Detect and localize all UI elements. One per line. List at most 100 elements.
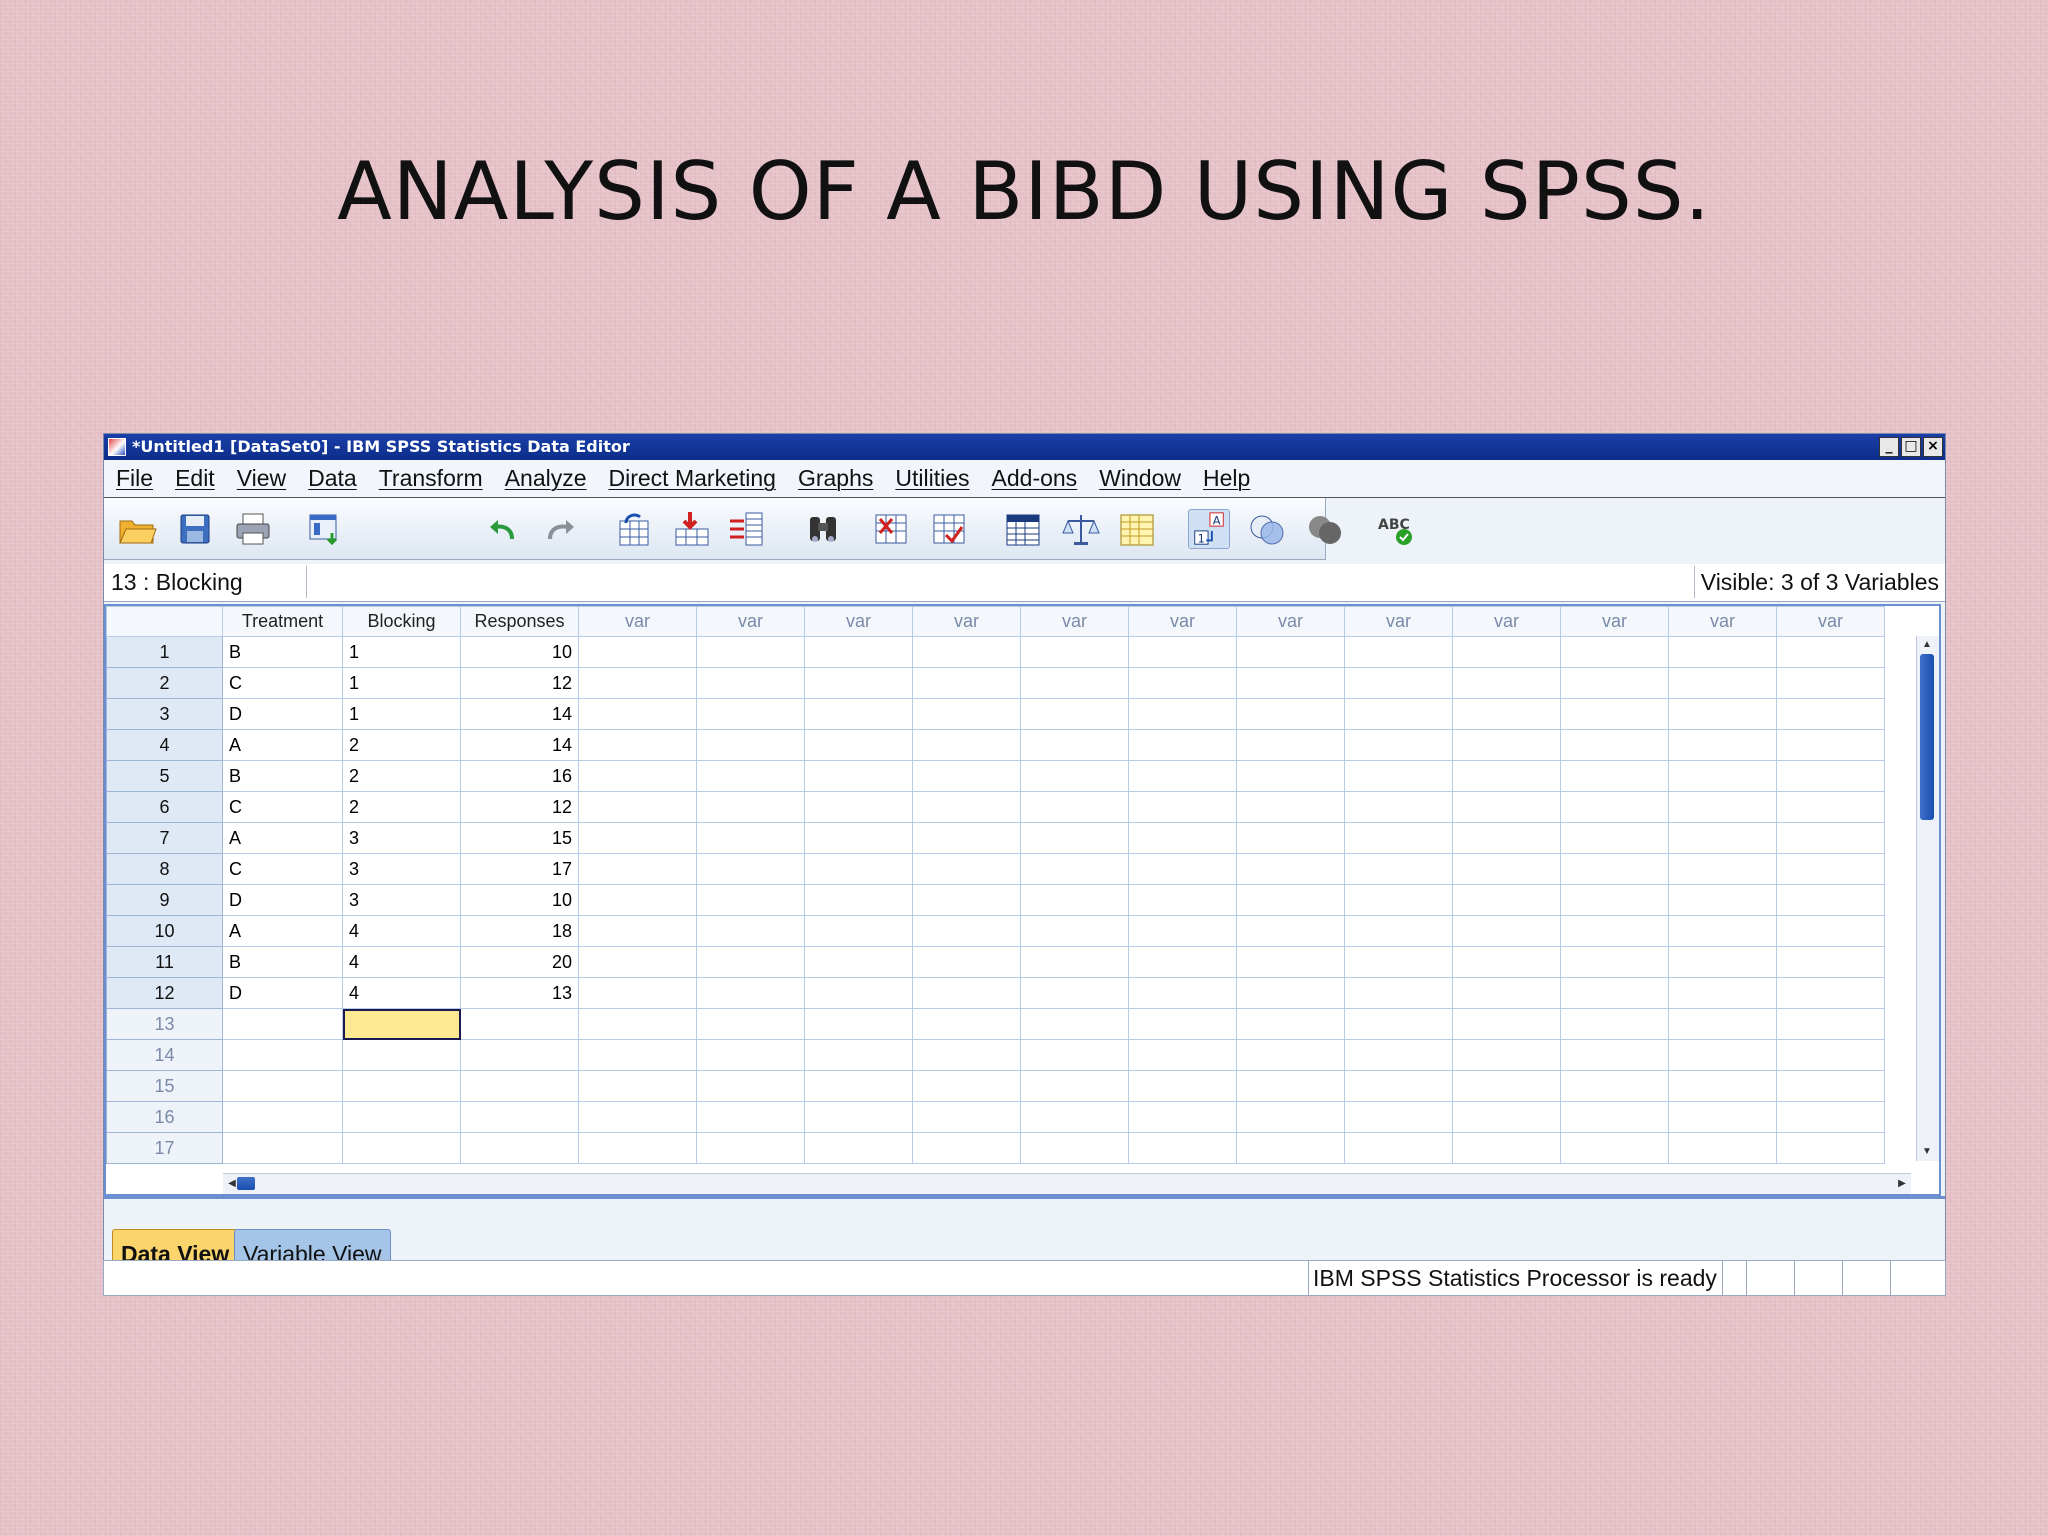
scroll-right-icon[interactable]: ▶ xyxy=(1895,1177,1909,1191)
cell-var[interactable] xyxy=(1560,636,1669,668)
cell-var[interactable] xyxy=(1128,760,1237,792)
menu-transform[interactable]: Transform xyxy=(379,465,483,492)
cell-treatment[interactable]: C xyxy=(222,853,343,885)
cell-var[interactable] xyxy=(1344,698,1453,730)
column-header-var[interactable]: var xyxy=(1128,606,1237,637)
column-header-blocking[interactable]: Blocking xyxy=(342,606,461,637)
cell-var[interactable] xyxy=(1776,822,1885,854)
cell-var[interactable] xyxy=(1668,1070,1777,1102)
cell-var[interactable] xyxy=(1236,791,1345,823)
cell-var[interactable] xyxy=(696,698,805,730)
cell-var[interactable] xyxy=(1236,1070,1345,1102)
column-header-var[interactable]: var xyxy=(912,606,1021,637)
cell-var[interactable] xyxy=(1452,915,1561,947)
menu-file[interactable]: File xyxy=(116,465,153,492)
column-header-var[interactable]: var xyxy=(696,606,805,637)
cell-var[interactable] xyxy=(1560,1039,1669,1071)
cell-var[interactable] xyxy=(1668,915,1777,947)
cell-var[interactable] xyxy=(1452,853,1561,885)
column-header-responses[interactable]: Responses xyxy=(460,606,579,637)
cell-var[interactable] xyxy=(1560,1101,1669,1133)
menu-window[interactable]: Window xyxy=(1099,465,1181,492)
row-number[interactable]: 7 xyxy=(106,822,223,854)
vertical-scrollbar[interactable]: ▲ ▼ xyxy=(1916,636,1939,1161)
cell-var[interactable] xyxy=(578,1101,697,1133)
scroll-up-icon[interactable]: ▲ xyxy=(1920,638,1934,652)
cell-var[interactable] xyxy=(1776,636,1885,668)
cell-blocking[interactable]: 1 xyxy=(342,698,461,730)
cell-var[interactable] xyxy=(804,853,913,885)
cell-blocking[interactable]: 1 xyxy=(342,636,461,668)
row-number[interactable]: 5 xyxy=(106,760,223,792)
cell-var[interactable] xyxy=(1668,1101,1777,1133)
menu-graphs[interactable]: Graphs xyxy=(798,465,873,492)
cell-var[interactable] xyxy=(804,1070,913,1102)
column-header-var[interactable]: var xyxy=(1668,606,1777,637)
cell-var[interactable] xyxy=(1344,1132,1453,1164)
cell-treatment[interactable] xyxy=(222,1132,343,1164)
cell-var[interactable] xyxy=(1236,667,1345,699)
cell-treatment[interactable] xyxy=(222,1039,343,1071)
cell-responses[interactable] xyxy=(460,1070,579,1102)
cell-var[interactable] xyxy=(1344,977,1453,1009)
cell-var[interactable] xyxy=(1128,1070,1237,1102)
cell-treatment[interactable]: D xyxy=(222,884,343,916)
cell-var[interactable] xyxy=(1560,822,1669,854)
cell-var[interactable] xyxy=(1020,1132,1129,1164)
cell-var[interactable] xyxy=(578,760,697,792)
cell-var[interactable] xyxy=(804,760,913,792)
cell-var[interactable] xyxy=(804,915,913,947)
cell-responses[interactable]: 17 xyxy=(460,853,579,885)
cell-var[interactable] xyxy=(804,946,913,978)
cell-responses[interactable] xyxy=(460,1132,579,1164)
cell-treatment[interactable]: B xyxy=(222,636,343,668)
cell-var[interactable] xyxy=(578,1132,697,1164)
cell-var[interactable] xyxy=(578,822,697,854)
cell-var[interactable] xyxy=(696,1132,805,1164)
cell-var[interactable] xyxy=(1020,667,1129,699)
cell-var[interactable] xyxy=(1452,636,1561,668)
cell-var[interactable] xyxy=(1020,1101,1129,1133)
cell-var[interactable] xyxy=(696,1070,805,1102)
cell-var[interactable] xyxy=(1776,853,1885,885)
cell-var[interactable] xyxy=(1128,946,1237,978)
open-folder-icon[interactable] xyxy=(116,509,158,549)
cell-var[interactable] xyxy=(696,915,805,947)
active-cell[interactable] xyxy=(342,1008,461,1040)
cell-responses[interactable]: 14 xyxy=(460,729,579,761)
row-number[interactable]: 1 xyxy=(106,636,223,668)
cell-var[interactable] xyxy=(912,1132,1021,1164)
cell-var[interactable] xyxy=(1236,884,1345,916)
cell-var[interactable] xyxy=(578,915,697,947)
row-number[interactable]: 12 xyxy=(106,977,223,1009)
cell-var[interactable] xyxy=(1344,729,1453,761)
cell-blocking[interactable] xyxy=(342,1101,461,1133)
cell-var[interactable] xyxy=(696,1039,805,1071)
cell-var[interactable] xyxy=(1776,1070,1885,1102)
cell-responses[interactable]: 10 xyxy=(460,636,579,668)
cell-blocking[interactable] xyxy=(342,1070,461,1102)
cell-responses[interactable]: 15 xyxy=(460,822,579,854)
maximize-button[interactable]: □ xyxy=(1901,437,1921,457)
row-number[interactable]: 16 xyxy=(106,1101,223,1133)
insert-cases-icon[interactable] xyxy=(870,509,912,549)
cell-var[interactable] xyxy=(912,698,1021,730)
row-number[interactable]: 2 xyxy=(106,667,223,699)
cell-var[interactable] xyxy=(696,853,805,885)
cell-var[interactable] xyxy=(912,1101,1021,1133)
cell-var[interactable] xyxy=(1452,1070,1561,1102)
cell-var[interactable] xyxy=(578,729,697,761)
cell-var[interactable] xyxy=(1452,884,1561,916)
save-icon[interactable] xyxy=(174,509,216,549)
cell-var[interactable] xyxy=(1344,791,1453,823)
cell-var[interactable] xyxy=(912,822,1021,854)
cell-var[interactable] xyxy=(1560,1132,1669,1164)
cell-var[interactable] xyxy=(1560,977,1669,1009)
insert-variable-icon[interactable] xyxy=(928,509,970,549)
row-number[interactable]: 3 xyxy=(106,698,223,730)
cell-var[interactable] xyxy=(1668,1132,1777,1164)
cell-var[interactable] xyxy=(912,915,1021,947)
cell-var[interactable] xyxy=(1128,698,1237,730)
cell-var[interactable] xyxy=(1128,884,1237,916)
cell-treatment[interactable] xyxy=(222,1008,343,1040)
